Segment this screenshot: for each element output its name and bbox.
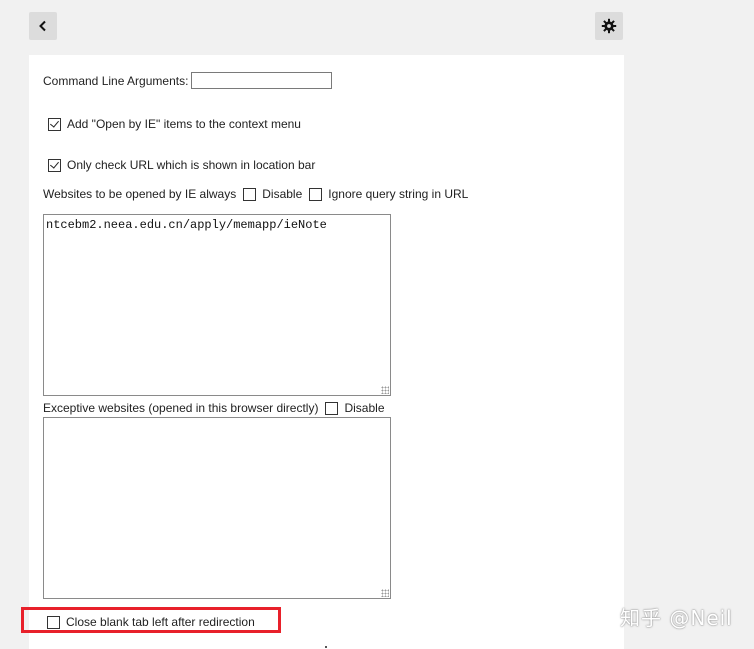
cmd-args-row: Command Line Arguments: bbox=[43, 72, 333, 89]
close-blank-tab-label: Close blank tab left after redirection bbox=[66, 615, 255, 629]
ignore-query-checkbox[interactable] bbox=[309, 187, 323, 201]
chevron-left-icon bbox=[39, 20, 46, 32]
cmd-args-input[interactable] bbox=[191, 72, 333, 89]
exceptive-disable-checkbox[interactable] bbox=[325, 401, 339, 415]
context-menu-label: Add "Open by IE" items to the context me… bbox=[67, 117, 301, 131]
close-blank-tab-option[interactable]: Close blank tab left after redirection bbox=[47, 615, 255, 629]
location-bar-label: Only check URL which is shown in locatio… bbox=[67, 158, 316, 172]
location-bar-checkbox[interactable] bbox=[48, 158, 61, 172]
exceptive-textarea[interactable] bbox=[43, 417, 391, 599]
ignore-query-label: Ignore query string in URL bbox=[328, 187, 469, 201]
settings-button[interactable] bbox=[595, 12, 623, 40]
exceptive-disable-label: Disable bbox=[344, 401, 385, 415]
websites-ie-disable-label: Disable bbox=[262, 187, 303, 201]
exceptive-label: Exceptive websites (opened in this brows… bbox=[43, 401, 319, 415]
websites-ie-disable-checkbox[interactable] bbox=[243, 187, 257, 201]
exceptive-header: Exceptive websites (opened in this brows… bbox=[43, 401, 385, 415]
context-menu-option[interactable]: Add "Open by IE" items to the context me… bbox=[48, 117, 301, 131]
panel-dot bbox=[325, 646, 327, 648]
close-blank-tab-checkbox[interactable] bbox=[47, 615, 60, 629]
websites-ie-header: Websites to be opened by IE always Disab… bbox=[43, 187, 468, 201]
context-menu-checkbox[interactable] bbox=[48, 117, 61, 131]
gear-icon bbox=[601, 18, 617, 34]
watermark: 知乎 @Neil bbox=[620, 606, 733, 630]
resize-grip-icon[interactable] bbox=[381, 386, 389, 394]
websites-ie-textarea[interactable]: ntcebm2.neea.edu.cn/apply/memapp/ieNote bbox=[43, 214, 391, 396]
back-button[interactable] bbox=[29, 12, 57, 40]
cmd-args-label: Command Line Arguments: bbox=[43, 73, 189, 88]
websites-ie-label: Websites to be opened by IE always bbox=[43, 187, 237, 201]
resize-grip-icon[interactable] bbox=[381, 589, 389, 597]
location-bar-option[interactable]: Only check URL which is shown in locatio… bbox=[48, 158, 315, 172]
options-panel: Command Line Arguments: Add "Open by IE"… bbox=[29, 55, 624, 649]
websites-ie-entry: ntcebm2.neea.edu.cn/apply/memapp/ieNote bbox=[46, 218, 327, 232]
